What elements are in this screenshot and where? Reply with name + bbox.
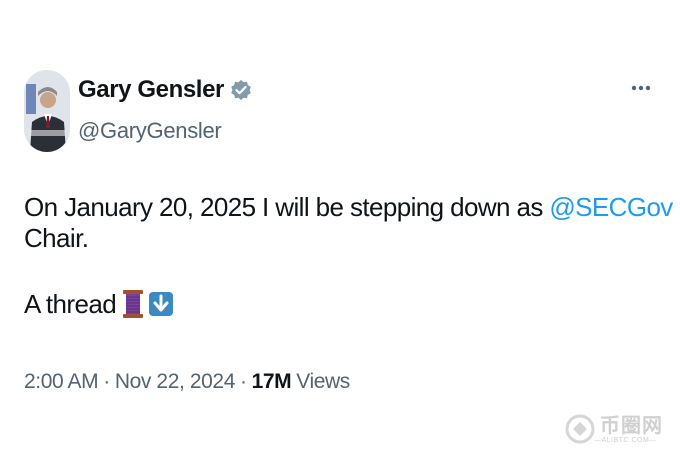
tweet-time[interactable]: 2:00 AM	[24, 370, 99, 394]
watermark-subtitle: —ALIBTC.COM—	[594, 437, 657, 444]
tweet-date[interactable]: Nov 22, 2024	[115, 370, 236, 394]
thread-text: A thread	[24, 288, 117, 319]
tweet-text: On January 20, 2025 I will be stepping d…	[24, 192, 680, 254]
watermark-title: 币圈网	[600, 413, 663, 437]
author-name-row: Gary Gensler	[78, 76, 252, 104]
views-label: Views	[296, 370, 350, 393]
avatar[interactable]	[24, 70, 70, 152]
meta-separator: ·	[103, 370, 110, 393]
author-display-name[interactable]: Gary Gensler	[78, 76, 224, 104]
tweet-header: Gary Gensler @GaryGensler	[24, 70, 656, 156]
thread-line: A thread	[24, 288, 174, 320]
watermark: 币圈网 —ALIBTC.COM—	[564, 409, 674, 449]
more-dots-icon	[631, 85, 651, 91]
tweet-meta: 2:00 AM · Nov 22, 2024 · 17M Views	[24, 370, 350, 394]
thread-spool-icon	[122, 288, 144, 320]
more-options-button[interactable]	[626, 78, 656, 98]
mention-link[interactable]: @SECGov	[549, 192, 673, 222]
meta-separator: ·	[239, 370, 247, 393]
verified-badge-icon	[230, 79, 252, 101]
views-count: 17M	[251, 370, 292, 393]
author-handle[interactable]: @GaryGensler	[78, 118, 222, 144]
tweet-page: Gary Gensler @GaryGensler On January 20,…	[0, 0, 680, 453]
watermark-logo-icon	[565, 414, 595, 444]
down-arrow-icon	[148, 291, 174, 317]
tweet-text-end: Chair.	[24, 223, 89, 253]
tweet-text-start: On January 20, 2025 I will be stepping d…	[24, 192, 550, 222]
